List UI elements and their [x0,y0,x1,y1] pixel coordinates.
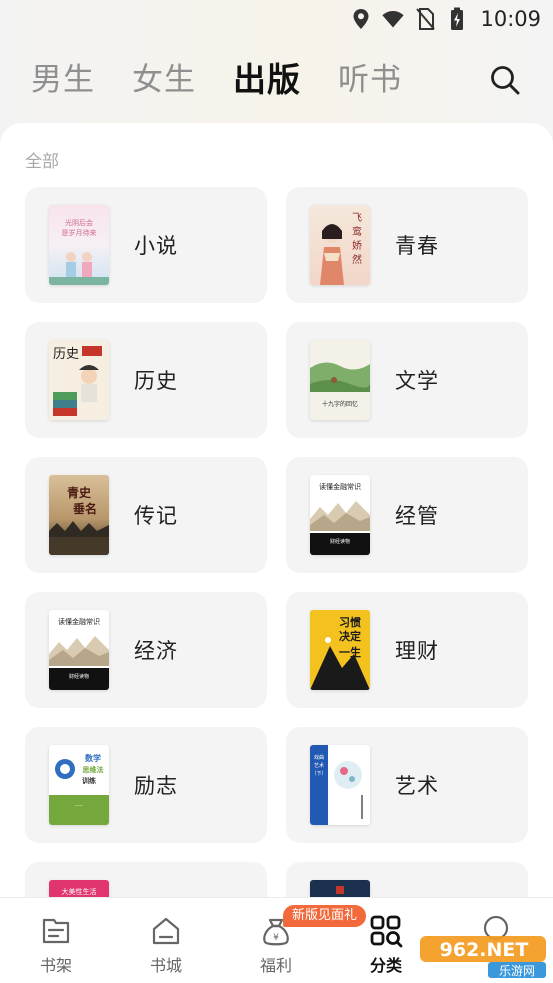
welfare-badge: 新版见面礼 [283,905,367,927]
category-label: 艺术 [395,774,439,798]
battery-charging-icon [446,7,468,30]
book-cover: 光阴后会 是岁月待来 [49,205,109,285]
svg-text:财经读物: 财经读物 [330,538,350,545]
svg-text:是岁月待来: 是岁月待来 [62,228,97,237]
svg-text:历史: 历史 [53,347,79,362]
category-label: 经济 [134,639,178,663]
header-tabs: 男生 女生 出版 听书 [0,52,553,108]
section-label: 全部 [25,152,59,172]
svg-text:一生: 一生 [339,645,361,659]
category-partial-left[interactable]: 大美性生活 [25,862,267,897]
book-cover: 青史 垂名 [49,475,109,555]
svg-text:飞: 飞 [352,213,362,224]
status-time: 10:09 [480,7,541,31]
svg-text:财经读物: 财经读物 [69,673,89,680]
nav-store[interactable]: 书城 [111,898,221,983]
bookshelf-icon [39,914,73,948]
svg-text:¥: ¥ [273,933,279,943]
svg-text:决定: 决定 [339,629,361,643]
tab-audiobook[interactable]: 听书 [338,52,402,108]
category-finance[interactable]: 习惯 决定 一生 理财 [286,592,528,708]
book-cover: 大美性生活 [49,880,109,897]
nav-label: 福利 [259,956,292,975]
category-economics[interactable]: 读懂金融常识 财经读物 经济 [25,592,267,708]
category-novel[interactable]: 光阴后会 是岁月待来 小说 [25,187,267,303]
category-label: 传记 [134,504,178,528]
category-literature[interactable]: 十九字的回忆 文学 [286,322,528,438]
svg-text:垂名: 垂名 [73,501,97,516]
category-partial-right[interactable] [286,862,528,897]
wifi-icon [382,8,405,30]
svg-text:读懂金融常识: 读懂金融常识 [319,482,361,491]
svg-text:思维法: 思维法 [83,765,104,774]
category-history[interactable]: 历史 历史 [25,322,267,438]
book-cover: 十九字的回忆 [310,340,370,420]
book-cover: 飞 鸾 娇 然 [310,205,370,285]
watermark-logo: 962.NET 乐游网 [418,930,548,978]
category-label: 青春 [395,234,439,258]
svg-text:青史: 青史 [67,485,92,500]
search-icon [491,66,520,95]
no-sim-icon [414,8,436,30]
category-youth[interactable]: 飞 鸾 娇 然 青春 [286,187,528,303]
svg-text:十九字的回忆: 十九字的回忆 [322,400,358,408]
tab-female[interactable]: 女生 [132,52,196,108]
svg-text:大美性生活: 大美性生活 [62,887,97,896]
svg-text:数学: 数学 [85,753,101,763]
tab-publish[interactable]: 出版 [233,52,301,108]
category-panel: 全部 光阴后会 是岁月待来 小说 飞 鸾 娇 然 青春 历史 历史 十九字的回忆… [0,123,553,897]
status-bar: 10:09 [0,0,553,38]
category-label: 文学 [395,369,439,393]
svg-text:娇: 娇 [352,240,362,252]
book-cover: 读懂金融常识 财经读物 [310,475,370,555]
category-label: 历史 [134,369,178,393]
category-management[interactable]: 读懂金融常识 财经读物 经管 [286,457,528,573]
watermark-text: 962.NET [440,939,529,961]
location-icon [350,8,372,30]
category-label: 小说 [134,234,178,258]
category-motivation[interactable]: 数学 思维法 训练 —— 励志 [25,727,267,843]
svg-text:习惯: 习惯 [339,615,361,629]
svg-text:戏曲: 戏曲 [314,754,324,761]
svg-text:艺术: 艺术 [314,762,324,769]
category-label: 理财 [395,639,439,663]
svg-text:光阴后会: 光阴后会 [65,218,93,227]
book-cover: 读懂金融常识 财经读物 [49,610,109,690]
svg-text:（下）: （下） [311,771,326,777]
tab-male[interactable]: 男生 [31,52,95,108]
category-icon [369,914,403,948]
category-art[interactable]: 戏曲 艺术 （下） 艺术 [286,727,528,843]
nav-label: 分类 [369,956,402,975]
svg-text:——: —— [75,803,83,808]
nav-bookshelf[interactable]: 书架 [1,898,111,983]
svg-text:训练: 训练 [82,776,96,785]
book-cover: 历史 [49,340,109,420]
svg-text:然: 然 [352,253,362,266]
book-cover [310,880,370,897]
book-cover: 习惯 决定 一生 [310,610,370,690]
category-label: 经管 [395,504,439,528]
category-biography[interactable]: 青史 垂名 传记 [25,457,267,573]
category-label: 励志 [134,774,178,798]
store-icon [149,914,183,948]
book-cover: 戏曲 艺术 （下） [310,745,370,825]
nav-label: 书架 [39,956,72,975]
svg-text:读懂金融常识: 读懂金融常识 [58,617,100,626]
book-cover: 数学 思维法 训练 —— [49,745,109,825]
search-button[interactable] [487,62,523,98]
svg-text:鸾: 鸾 [352,225,362,238]
nav-label: 书城 [149,956,182,975]
watermark-subtext: 乐游网 [499,964,535,978]
